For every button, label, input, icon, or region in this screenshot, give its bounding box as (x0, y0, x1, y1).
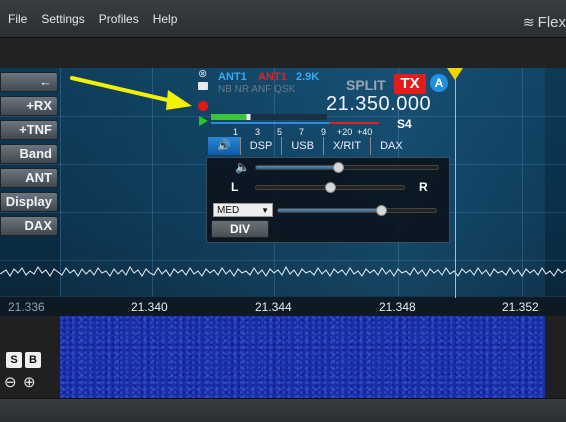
flex-swoosh-icon: ≋ (522, 14, 535, 30)
dax-button[interactable]: DAX (0, 216, 58, 236)
annotation-arrow-icon (70, 76, 192, 110)
s-meter-fill (211, 114, 247, 120)
band-button[interactable]: Band (0, 144, 58, 164)
collapse-arrow-button[interactable]: ← (0, 72, 58, 92)
brand-name: Flex (537, 14, 566, 31)
freq-label: 21.352 (502, 300, 539, 314)
freq-label: 21.340 (131, 300, 168, 314)
play-icon[interactable] (199, 116, 208, 126)
rx-antenna[interactable]: ANT1 (218, 71, 247, 83)
volume-knob[interactable] (332, 162, 344, 173)
diversity-button[interactable]: DIV (211, 220, 269, 238)
record-icon[interactable] (198, 101, 208, 111)
waterfall-passband (60, 316, 545, 398)
menu-help[interactable]: Help (153, 12, 178, 26)
tx-antenna[interactable]: ANT1 (258, 71, 287, 83)
volume-slider[interactable] (255, 165, 439, 170)
s-meter-tick-label: 7 (299, 127, 304, 137)
chevron-down-icon: ▼ (261, 206, 269, 215)
waterfall[interactable]: S B ⊖ ⊕ (0, 316, 566, 398)
agc-threshold-slider[interactable] (277, 208, 437, 213)
s-reading: S4 (397, 117, 412, 131)
tab-dsp[interactable]: DSP (241, 137, 283, 155)
pan-left-label: L (231, 180, 239, 194)
frequency-scale[interactable]: 21.336 21.340 21.344 21.348 21.352 (0, 296, 566, 316)
tab-audio[interactable]: 🔊 (208, 137, 241, 155)
zoom-in-icon[interactable]: ⊕ (23, 373, 36, 391)
slice-letter-badge[interactable]: A (430, 74, 448, 92)
split-button[interactable]: SPLIT (346, 77, 386, 93)
agc-mode-select[interactable]: MED ▼ (213, 203, 273, 217)
tx-marker-icon[interactable] (447, 68, 463, 80)
freq-label: 21.348 (379, 300, 416, 314)
menu-settings[interactable]: Settings (41, 12, 84, 26)
tab-dax[interactable]: DAX (371, 137, 412, 155)
ant-button[interactable]: ANT (0, 168, 58, 188)
sidebar: ← +RX +TNF Band ANT Display DAX (0, 72, 60, 240)
tab-xrit[interactable]: X/RIT (324, 137, 372, 155)
volume-fill (256, 166, 338, 169)
s-meter-tick-label: +20 (337, 127, 352, 137)
speaker-icon: 🔊 (217, 140, 231, 152)
agc-threshold-fill (278, 209, 381, 212)
freq-label: 21.336 (8, 300, 45, 314)
s-meter-tick-label: 5 (277, 127, 282, 137)
agc-threshold-knob[interactable] (376, 205, 387, 216)
brand-logo: ≋ Flex (523, 14, 566, 31)
s-meter-tick-label: 9 (321, 127, 326, 137)
s-meter-tick-label: +40 (357, 127, 372, 137)
dsp-flags: NB NR ANF QSK (218, 84, 296, 95)
waterfall-s-button[interactable]: S (6, 352, 22, 368)
volume-speaker-icon: 🔈 (235, 160, 250, 174)
status-bar (0, 398, 566, 422)
menu-bar: File Settings Profiles Help ≋ Flex (0, 0, 566, 38)
zoom-out-icon[interactable]: ⊖ (4, 373, 17, 391)
menu-file[interactable]: File (8, 12, 27, 26)
s-meter-peak (246, 114, 251, 120)
pan-knob[interactable] (325, 182, 336, 193)
s-meter-tick-label: 3 (255, 127, 260, 137)
audio-panel: 🔈 L R MED ▼ DIV (206, 157, 450, 243)
lock-icon[interactable] (198, 82, 208, 90)
tab-mode[interactable]: USB (282, 137, 324, 155)
menu-profiles[interactable]: Profiles (99, 12, 139, 26)
agc-mode-value: MED (217, 205, 240, 216)
grid-line (0, 260, 566, 261)
waterfall-b-button[interactable]: B (25, 352, 41, 368)
tx-frequency-line (455, 68, 456, 298)
s-meter-tick-label: 1 (233, 127, 238, 137)
slice-tabs: 🔊 DSP USB X/RIT DAX (208, 137, 448, 155)
display-button[interactable]: Display (0, 192, 58, 212)
tx-button[interactable]: TX (394, 74, 426, 94)
pan-right-label: R (419, 180, 428, 194)
add-tnf-button[interactable]: +TNF (0, 120, 58, 140)
add-rx-button[interactable]: +RX (0, 96, 58, 116)
freq-label: 21.344 (255, 300, 292, 314)
close-slice-icon[interactable]: ⊗ (198, 67, 207, 80)
filter-bandwidth[interactable]: 2.9K (296, 71, 319, 83)
